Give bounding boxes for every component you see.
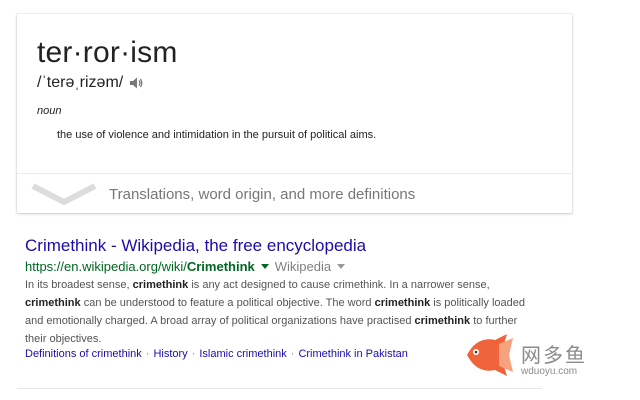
sitelink[interactable]: History [153,348,187,360]
snippet-text: can be understood to feature a political… [80,297,375,309]
sitelink-separator: · [290,348,295,360]
more-definitions-label: Translations, word origin, and more defi… [109,185,416,203]
snippet-keyword: crimethink [132,279,189,291]
divider [17,388,542,389]
result-snippet: In its broadest sense, crimethink is any… [25,276,525,348]
watermark-text-block: 网多鱼 wduoyu.com [521,339,587,377]
snippet-keyword: crimethink [25,297,81,309]
caret-down-icon[interactable] [260,264,269,269]
result-url-line: https://en.wikipedia.org/wiki/Crimethink… [25,259,545,274]
result-url-prefix: https://en.wikipedia.org/wiki/ [25,259,187,274]
definition-text: the use of violence and intimidation in … [57,129,377,141]
result-url-bold: Crimethink [186,259,255,274]
snippet-text: is any act designed to cause crimethink.… [188,279,490,291]
snippet-text: In its broadest sense, [25,279,133,291]
dictionary-card: ter·ror·ism /ˈterəˌrizəm/ noun the use o… [17,14,572,213]
watermark-domain: wduoyu.com [521,365,578,377]
watermark: 网多鱼 wduoyu.com [463,330,587,385]
snippet-keyword: crimethink [414,315,471,327]
watermark-title: 网多鱼 [521,344,587,367]
chevron-down-icon [31,182,97,206]
sitelink[interactable]: Crimethink in Pakistan [298,348,407,360]
pronunciation-text: /ˈterəˌrizəm/ [37,74,124,91]
more-definitions-row[interactable]: Translations, word origin, and more defi… [17,173,572,214]
headword: ter·ror·ism [37,36,178,69]
sitelink-separator: · [191,348,196,360]
speaker-icon[interactable] [129,76,143,90]
sitelink[interactable]: Definitions of crimethink [25,348,142,360]
result-source-label: Wikipedia [274,259,332,274]
sitelink-separator: · [145,348,150,360]
fish-logo-icon [463,330,517,385]
pronunciation-row: /ˈterəˌrizəm/ [37,74,143,92]
result-title-link[interactable]: Crimethink - Wikipedia, the free encyclo… [25,236,545,256]
snippet-keyword: crimethink [374,297,431,309]
sitelink[interactable]: Islamic crimethink [199,348,286,360]
caret-down-icon[interactable] [337,264,346,269]
part-of-speech: noun [37,105,62,117]
